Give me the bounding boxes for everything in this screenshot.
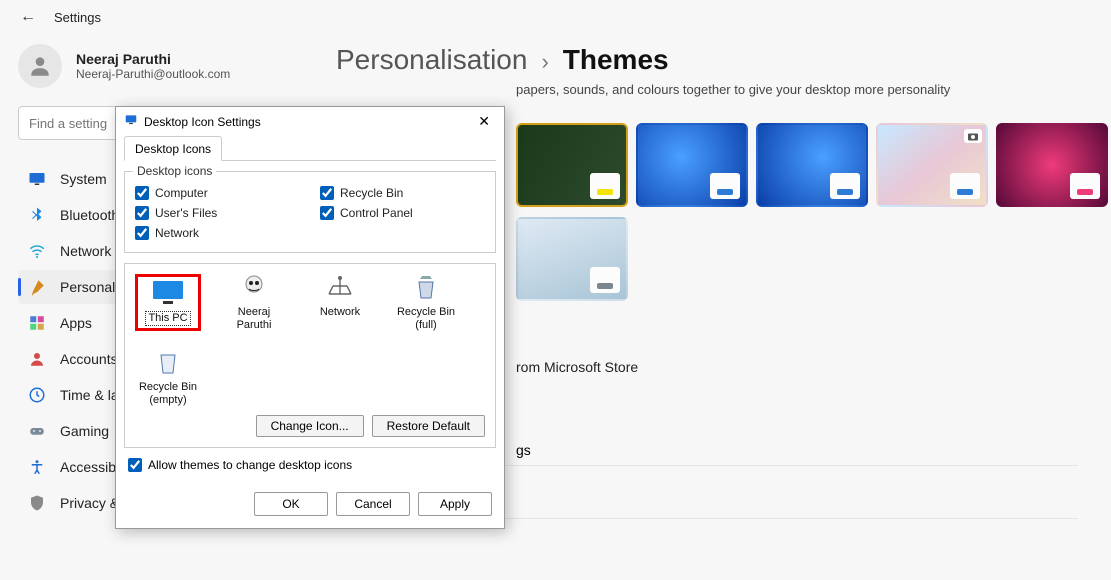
theme-accent-preview xyxy=(1070,173,1100,199)
icon-preview-recycle-full[interactable]: Recycle Bin (full) xyxy=(393,274,459,331)
checkbox-users-files[interactable]: User's Files xyxy=(135,206,300,220)
theme-card[interactable] xyxy=(516,217,628,301)
app-title: Settings xyxy=(54,10,101,25)
accessibility-icon xyxy=(28,458,46,476)
icon-preview-network[interactable]: Network xyxy=(307,274,373,331)
sidebar-item-label: System xyxy=(60,171,107,187)
camera-icon xyxy=(964,129,982,143)
user-folder-icon xyxy=(237,274,271,302)
gamepad-icon xyxy=(28,422,46,440)
breadcrumb-parent[interactable]: Personalisation xyxy=(336,44,527,76)
wifi-icon xyxy=(28,242,46,260)
breadcrumb: Personalisation › Themes xyxy=(336,44,1108,76)
sidebar-item-label: Gaming xyxy=(60,423,109,439)
back-button[interactable]: ← xyxy=(20,8,36,26)
icon-preview-recycle-empty[interactable]: Recycle Bin (empty) xyxy=(135,349,201,406)
checkbox-control-panel[interactable]: Control Panel xyxy=(320,206,485,220)
theme-card[interactable] xyxy=(756,123,868,207)
theme-card[interactable] xyxy=(636,123,748,207)
shield-icon xyxy=(28,494,46,512)
recycle-bin-empty-icon xyxy=(151,349,185,377)
restore-default-button[interactable]: Restore Default xyxy=(372,415,485,437)
checkbox-allow-themes[interactable]: Allow themes to change desktop icons xyxy=(124,458,496,472)
page-title: Themes xyxy=(563,44,669,76)
ok-button[interactable]: OK xyxy=(254,492,328,516)
network-icon xyxy=(323,274,357,302)
monitor-icon xyxy=(151,279,185,307)
tab-desktop-icons[interactable]: Desktop Icons xyxy=(124,136,222,161)
profile-email: Neeraj-Paruthi@outlook.com xyxy=(76,67,230,81)
profile-block[interactable]: Neeraj Paruthi Neeraj-Paruthi@outlook.co… xyxy=(18,44,288,88)
apps-icon xyxy=(28,314,46,332)
icon-preview-this-pc[interactable]: This PC xyxy=(135,274,201,331)
sidebar-item-label: Apps xyxy=(60,315,92,331)
theme-accent-preview xyxy=(830,173,860,199)
desktop-icon-settings-dialog: Desktop Icon Settings ✕ Desktop Icons De… xyxy=(115,106,505,529)
bluetooth-icon xyxy=(28,206,46,224)
page-description: papers, sounds, and colours together to … xyxy=(336,82,1108,97)
recycle-bin-full-icon xyxy=(409,274,443,302)
monitor-icon xyxy=(28,170,46,188)
dialog-title: Desktop Icon Settings xyxy=(144,115,261,129)
chevron-right-icon: › xyxy=(541,49,548,75)
theme-card[interactable] xyxy=(876,123,988,207)
paintbrush-icon xyxy=(28,278,46,296)
icon-preview-user[interactable]: Neeraj Paruthi xyxy=(221,274,287,331)
apply-button[interactable]: Apply xyxy=(418,492,492,516)
change-icon-button[interactable]: Change Icon... xyxy=(256,415,364,437)
cancel-button[interactable]: Cancel xyxy=(336,492,410,516)
theme-accent-preview xyxy=(590,173,620,199)
theme-card[interactable] xyxy=(996,123,1108,207)
profile-name: Neeraj Paruthi xyxy=(76,51,230,67)
avatar xyxy=(18,44,62,88)
sidebar-item-label: Accounts xyxy=(60,351,118,367)
group-title: Desktop icons xyxy=(133,164,216,178)
checkbox-computer[interactable]: Computer xyxy=(135,186,300,200)
dialog-icon xyxy=(124,113,138,130)
checkbox-network[interactable]: Network xyxy=(135,226,300,240)
theme-accent-preview xyxy=(950,173,980,199)
theme-card[interactable] xyxy=(516,123,628,207)
close-button[interactable]: ✕ xyxy=(472,111,496,132)
theme-accent-preview xyxy=(710,173,740,199)
theme-accent-preview xyxy=(590,267,620,293)
person-icon xyxy=(28,350,46,368)
clock-icon xyxy=(28,386,46,404)
checkbox-recycle-bin[interactable]: Recycle Bin xyxy=(320,186,485,200)
